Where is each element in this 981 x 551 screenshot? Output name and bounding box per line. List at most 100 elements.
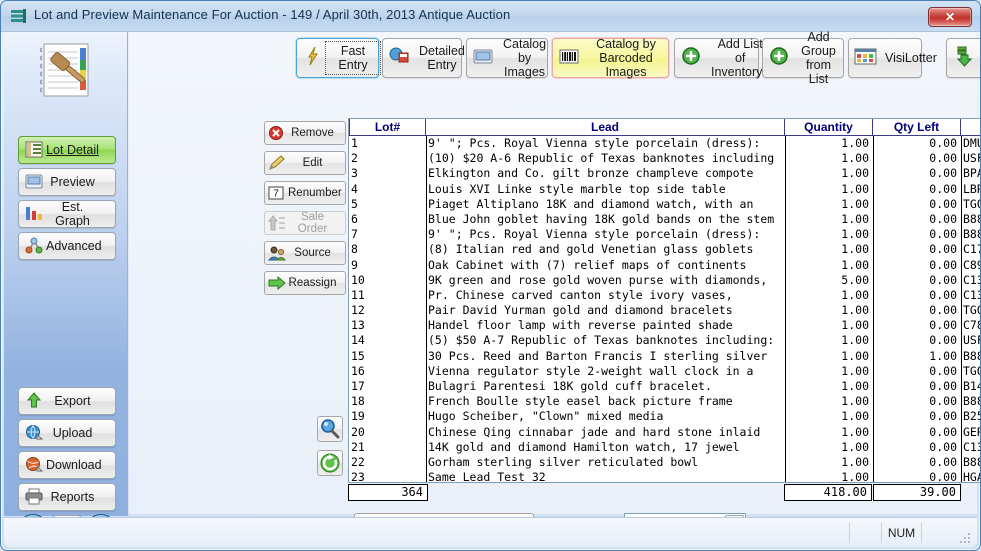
table-row[interactable]: 15 30 Pcs. Reed and Barton Francis I ster… (349, 348, 980, 364)
reassign-button[interactable]: Reassign (264, 271, 346, 295)
table-cell: 1.00 (841, 333, 869, 348)
table-row[interactable]: 9 Oak Cabinet with (7) relief maps of con… (349, 257, 980, 273)
table-row[interactable]: 22 Gorham sterling silver reticulated bow… (349, 454, 980, 470)
action-button-label: Reassign (288, 277, 337, 289)
total-qty-left: 39.00 (873, 484, 961, 501)
window-title: Lot and Preview Maintenance For Auction … (34, 7, 511, 22)
table-cell: 0.00 (929, 287, 957, 302)
grid-column-header[interactable]: Source Code (961, 119, 981, 135)
table-row[interactable]: 11 Pr. Chinese carved canton style ivory … (349, 287, 980, 303)
source-button[interactable]: Source (264, 241, 346, 265)
table-row[interactable]: 7 9' "; Pcs. Royal Vienna style porcelain… (349, 227, 980, 242)
table-row[interactable]: 4 Louis XVI Linke style marble top side t… (349, 181, 980, 197)
table-cell: 13 (351, 318, 365, 333)
table-cell: 1.00 (841, 303, 869, 318)
toolbar-catalog-by-images-button[interactable]: Catalog by Images (466, 37, 548, 79)
table-cell: 1.00 (841, 470, 869, 482)
table-row[interactable]: 10 9K green and rose gold woven purse wit… (349, 273, 980, 288)
table-cell: 0.00 (929, 394, 957, 409)
table-cell: B14603 (963, 379, 980, 393)
sidebar-item-est-graph[interactable]: Est. Graph (18, 200, 116, 228)
sidebar-item-advanced[interactable]: Advanced (18, 232, 116, 260)
lots-icon (10, 7, 28, 25)
toolbar-button-label: VisiLotter (885, 51, 937, 65)
table-row[interactable]: 8 (8) Italian red and gold Venetian glass… (349, 242, 980, 257)
table-cell: Blue John goblet having 18K gold bands o… (428, 211, 775, 226)
table-cell: 1.00 (929, 348, 957, 363)
table-cell: B8834 (963, 394, 980, 409)
grid-column-header[interactable]: Qty Left (873, 119, 961, 135)
renumber-button[interactable]: 7 Renumber (264, 181, 346, 205)
table-row[interactable]: 19 Hugo Scheiber, "Clown" mixed media 1.00… (349, 409, 980, 424)
table-cell: LBROWN (963, 181, 980, 196)
plus-circle-icon (680, 45, 706, 71)
table-row[interactable]: 12 Pair David Yurman gold and diamond bra… (349, 303, 980, 318)
total-lot-count: 364 (348, 484, 428, 501)
table-cell: 3 (351, 166, 358, 181)
table-cell: Louis XVI Linke style marble top side ta… (428, 181, 726, 196)
resize-grip[interactable] (960, 532, 972, 544)
grid-column-header[interactable]: Quantity (785, 119, 873, 135)
table-row[interactable]: 23 Same Lead Test 32 1.00 0.00 HGALL (349, 470, 980, 482)
close-button[interactable]: ✕ (928, 7, 972, 27)
grid-column-divider (961, 136, 962, 482)
sidebar-item-lot-detail[interactable]: Lot Detail (18, 136, 116, 164)
action-button-label: Remove (291, 127, 334, 139)
sidebar-item-preview[interactable]: Preview (18, 168, 116, 196)
toolbar-import-lots-button[interactable]: ImportLots (946, 38, 980, 78)
table-row[interactable]: 21 14K gold and diamond Hamilton watch, 1… (349, 440, 980, 455)
grid-body[interactable]: 1 9' "; Pcs. Royal Vienna style porcelain… (349, 136, 980, 482)
table-row[interactable]: 5 Piaget Altiplano 18K and diamond watch,… (349, 196, 980, 212)
grid-column-header[interactable]: Lot# (349, 119, 426, 135)
action-button-label: Renumber (288, 187, 342, 199)
globe-upload-icon (24, 424, 46, 442)
sidebar-item-label: Advanced (46, 239, 102, 253)
table-cell: 16 (351, 363, 365, 378)
lots-grid[interactable]: Lot#LeadQuantityQty LeftSource Code 1 9' … (348, 118, 981, 483)
toolbar-catalog-by-barcoded-images-button[interactable]: Catalog by Barcoded Images (552, 37, 669, 79)
table-row[interactable]: 20 Chinese Qing cinnabar jade and hard st… (349, 425, 980, 440)
toolbar-detailed-entry-button[interactable]: Detailed Entry (382, 38, 465, 78)
toolbar-fast-entry-button[interactable]: Fast Entry (296, 38, 381, 78)
table-cell: Same Lead Test 32 (428, 470, 546, 482)
table-cell: 1.00 (841, 379, 869, 393)
table-cell: 1.00 (841, 454, 869, 469)
search-button[interactable] (317, 416, 343, 442)
preview-icon (24, 173, 46, 191)
sidebar-action-reports[interactable]: Reports (18, 483, 116, 511)
table-cell: 1.00 (841, 363, 869, 378)
sidebar-action-export[interactable]: Export (18, 387, 116, 415)
table-cell: 2 (351, 151, 358, 166)
detailed-icon (388, 45, 414, 71)
toolbar-visilotter-button[interactable]: VisiLotter (848, 38, 937, 78)
table-row[interactable]: 2 (10) $20 A-6 Republic of Texas banknote… (349, 151, 980, 166)
sale-order-button[interactable]: Sale Order (264, 211, 346, 235)
table-row[interactable]: 1 9' "; Pcs. Royal Vienna style porcelain… (349, 136, 980, 151)
grid-column-divider (785, 136, 786, 482)
table-cell: 12 (351, 303, 365, 318)
table-cell: 5 (351, 196, 358, 211)
table-cell: French Boulle style easel back picture f… (428, 394, 733, 409)
toolbar-add-list-of-inventory-button[interactable]: Add List of Inventory# (674, 37, 769, 79)
table-cell: 0.00 (929, 166, 957, 181)
table-cell: 0.00 (929, 257, 957, 272)
table-row[interactable]: 6 Blue John goblet having 18K gold bands … (349, 211, 980, 227)
table-row[interactable]: 14 (5) $50 A-7 Republic of Texas banknote… (349, 333, 980, 348)
table-row[interactable]: 3 Elkington and Co. gilt bronze champleve… (349, 166, 980, 181)
sidebar-action-download[interactable]: Download (18, 451, 116, 479)
sidebar-action-upload[interactable]: Upload (18, 419, 116, 447)
refresh-button[interactable] (317, 450, 343, 476)
remove-button[interactable]: Remove (264, 121, 346, 145)
table-cell: 1.00 (841, 196, 869, 211)
table-row[interactable]: 18 French Boulle style easel back picture… (349, 394, 980, 409)
people-icon (267, 245, 288, 261)
table-row[interactable]: 17 Bulagri Parentesi 18K gold cuff bracel… (349, 379, 980, 394)
grid-column-header[interactable]: Lead (426, 119, 785, 135)
edit-button[interactable]: Edit (264, 151, 346, 175)
image-icon (472, 45, 498, 71)
table-row[interactable]: 13 Handel floor lamp with reverse painted… (349, 318, 980, 333)
toolbar-add-group-from-list-button[interactable]: Add Group from List (762, 30, 844, 86)
sidebar-action-label: Download (46, 458, 102, 472)
table-row[interactable]: 16 Vienna regulator style 2-weight wall c… (349, 363, 980, 379)
sidebar-item-label: Lot Detail (46, 143, 99, 157)
